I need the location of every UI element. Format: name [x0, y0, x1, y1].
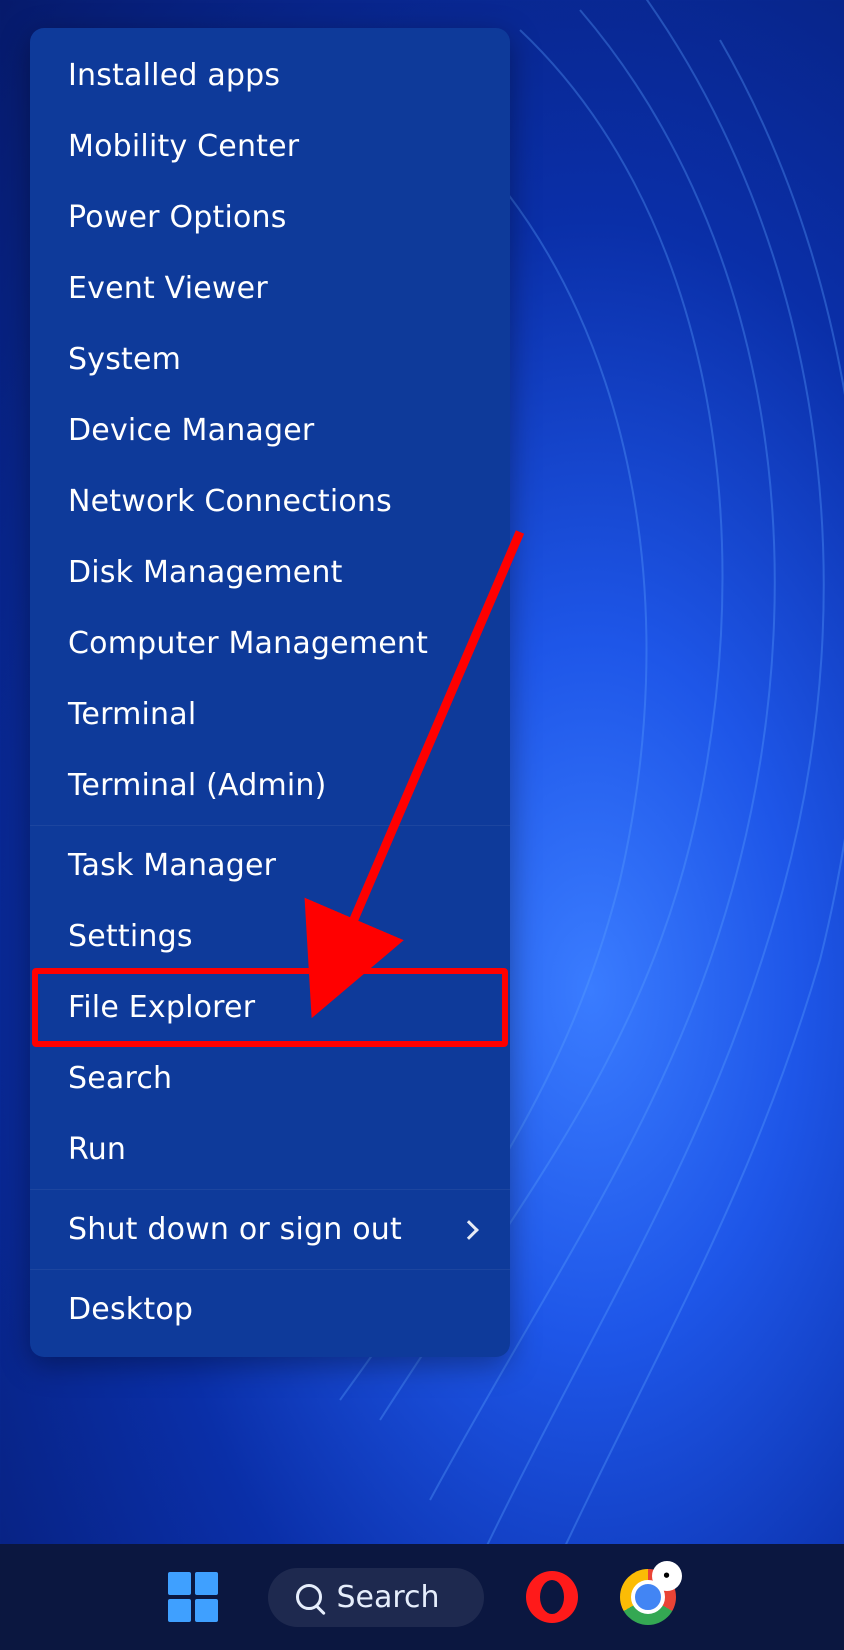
menu-item-label: Power Options: [68, 200, 287, 235]
menu-item-network-connections[interactable]: Network Connections: [30, 466, 510, 537]
menu-item-label: Task Manager: [68, 848, 276, 883]
menu-item-label: Settings: [68, 919, 193, 954]
menu-item-label: Computer Management: [68, 626, 428, 661]
taskbar-app-opera[interactable]: [524, 1569, 580, 1625]
menu-item-desktop[interactable]: Desktop: [30, 1274, 510, 1345]
menu-item-label: Network Connections: [68, 484, 392, 519]
menu-item-mobility-center[interactable]: Mobility Center: [30, 111, 510, 182]
taskbar-search[interactable]: Search: [268, 1568, 483, 1627]
menu-item-label: Disk Management: [68, 555, 343, 590]
menu-item-file-explorer[interactable]: File Explorer: [30, 972, 510, 1043]
menu-item-terminal[interactable]: Terminal: [30, 679, 510, 750]
taskbar-search-label: Search: [336, 1580, 439, 1615]
menu-item-power-options[interactable]: Power Options: [30, 182, 510, 253]
menu-item-terminal-admin[interactable]: Terminal (Admin): [30, 750, 510, 821]
menu-item-label: Device Manager: [68, 413, 314, 448]
chrome-notification-badge: •: [652, 1561, 682, 1591]
menu-item-settings[interactable]: Settings: [30, 901, 510, 972]
menu-item-device-manager[interactable]: Device Manager: [30, 395, 510, 466]
menu-item-task-manager[interactable]: Task Manager: [30, 830, 510, 901]
menu-item-system[interactable]: System: [30, 324, 510, 395]
menu-separator: [30, 1269, 510, 1270]
menu-separator: [30, 1189, 510, 1190]
menu-item-event-viewer[interactable]: Event Viewer: [30, 253, 510, 324]
winx-menu: Installed apps Mobility Center Power Optio…: [30, 28, 510, 1357]
menu-item-label: Installed apps: [68, 58, 280, 93]
menu-item-installed-apps[interactable]: Installed apps: [30, 40, 510, 111]
start-button[interactable]: [168, 1572, 218, 1622]
menu-item-computer-management[interactable]: Computer Management: [30, 608, 510, 679]
menu-item-run[interactable]: Run: [30, 1114, 510, 1185]
taskbar: Search •: [0, 1544, 844, 1650]
menu-item-label: Shut down or sign out: [68, 1212, 402, 1247]
opera-icon: [526, 1571, 578, 1623]
menu-item-shut-down-or-sign-out[interactable]: Shut down or sign out: [30, 1194, 510, 1265]
menu-item-label: Event Viewer: [68, 271, 268, 306]
menu-item-disk-management[interactable]: Disk Management: [30, 537, 510, 608]
taskbar-app-chrome[interactable]: •: [620, 1569, 676, 1625]
menu-item-label: Run: [68, 1132, 126, 1167]
menu-item-label: Search: [68, 1061, 172, 1096]
menu-item-label: Desktop: [68, 1292, 193, 1327]
chevron-right-icon: [459, 1220, 479, 1240]
menu-separator: [30, 825, 510, 826]
menu-item-label: File Explorer: [68, 990, 255, 1025]
menu-item-label: System: [68, 342, 181, 377]
search-icon: [296, 1584, 322, 1610]
menu-item-label: Mobility Center: [68, 129, 299, 164]
menu-item-label: Terminal: [68, 697, 196, 732]
menu-item-label: Terminal (Admin): [68, 768, 327, 803]
menu-item-search[interactable]: Search: [30, 1043, 510, 1114]
